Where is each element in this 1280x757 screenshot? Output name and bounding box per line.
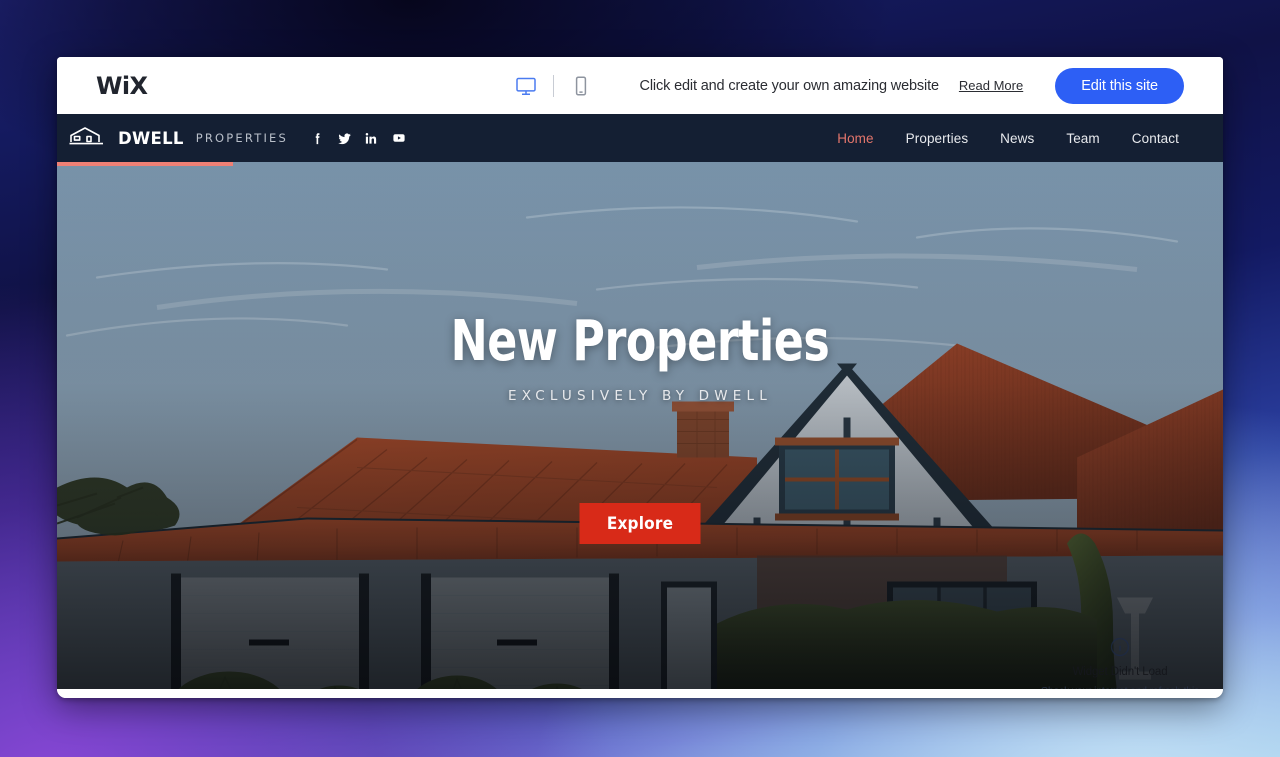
edit-this-site-button[interactable]: Edit this site bbox=[1055, 67, 1184, 104]
brand-name-secondary: PROPERTIES bbox=[195, 131, 289, 145]
site-logo[interactable]: DWELL PROPERTIES bbox=[67, 125, 288, 151]
social-links bbox=[310, 131, 408, 146]
nav-item-team[interactable]: Team bbox=[1050, 131, 1115, 146]
hero-content: New Properties EXCLUSIVELY BY DWELL bbox=[57, 309, 1223, 405]
promo-text: Click edit and create your own amazing w… bbox=[639, 77, 940, 94]
viewport-toggle-group bbox=[506, 68, 601, 104]
brand-name-primary: DWELL bbox=[118, 128, 184, 148]
read-more-link[interactable]: Read More bbox=[959, 78, 1023, 93]
browser-window: WiX Click edit and create your own amazi… bbox=[57, 57, 1223, 698]
nav-item-news[interactable]: News bbox=[984, 131, 1050, 146]
widget-error-message: Widget Didn't Load Check your internet a… bbox=[1031, 636, 1209, 689]
hero-image-overlay bbox=[57, 162, 1223, 689]
twitter-icon[interactable] bbox=[336, 131, 353, 146]
site-navbar: DWELL PROPERTIES Home Properties News Te… bbox=[57, 114, 1223, 166]
linkedin-icon[interactable] bbox=[364, 131, 379, 146]
browser-window-footer bbox=[57, 689, 1223, 698]
house-outline-icon bbox=[69, 127, 103, 145]
desktop-monitor-icon bbox=[516, 77, 536, 95]
mobile-phone-icon bbox=[575, 75, 587, 96]
nav-item-contact[interactable]: Contact bbox=[1116, 131, 1195, 146]
explore-button[interactable]: Explore bbox=[579, 503, 701, 544]
youtube-icon[interactable] bbox=[390, 131, 408, 145]
nav-item-home[interactable]: Home bbox=[821, 131, 889, 146]
info-circle-icon bbox=[1110, 638, 1130, 657]
site-nav-menu: Home Properties News Team Contact bbox=[821, 131, 1195, 146]
facebook-icon[interactable] bbox=[310, 131, 325, 146]
hero-subtitle: EXCLUSIVELY BY DWELL bbox=[508, 388, 772, 404]
widget-error-body: Check your internet and refresh this pag… bbox=[1031, 684, 1209, 689]
hero-title: New Properties bbox=[450, 309, 830, 374]
widget-error-title: Widget Didn't Load bbox=[1072, 666, 1168, 679]
top-bar-promo-group: Click edit and create your own amazing w… bbox=[639, 67, 1184, 104]
desktop-view-button[interactable] bbox=[506, 68, 546, 104]
wix-logo[interactable]: WiX bbox=[96, 72, 148, 100]
nav-item-properties[interactable]: Properties bbox=[890, 131, 985, 146]
desktop-backdrop: WiX Click edit and create your own amazi… bbox=[0, 0, 1280, 757]
page-load-progress-bar bbox=[57, 162, 233, 166]
viewport-divider bbox=[553, 74, 554, 97]
mobile-view-button[interactable] bbox=[561, 68, 601, 104]
wix-top-bar: WiX Click edit and create your own amazi… bbox=[57, 57, 1223, 114]
hero-section: New Properties EXCLUSIVELY BY DWELL Expl… bbox=[57, 162, 1223, 689]
